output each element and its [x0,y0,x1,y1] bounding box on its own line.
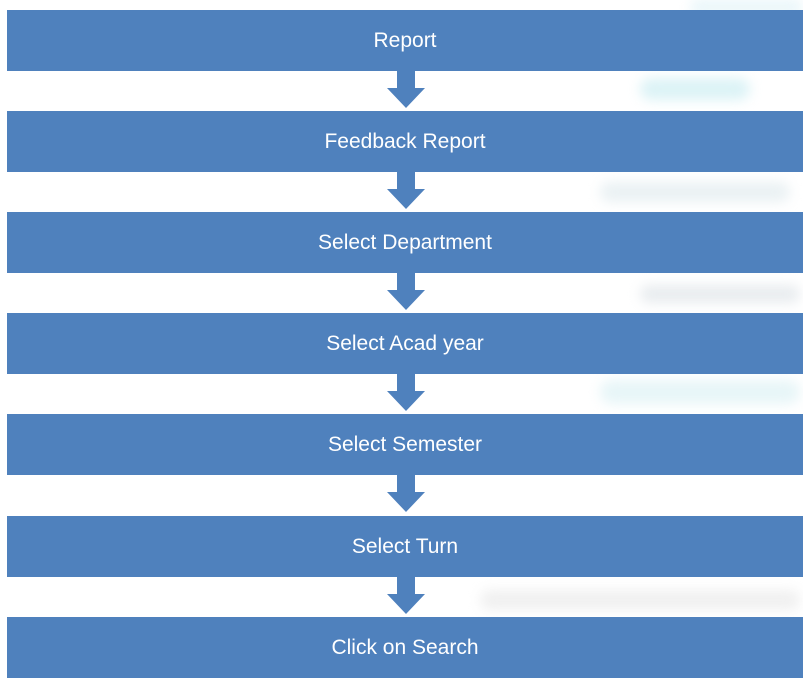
step-label: Select Semester [327,432,483,456]
step-select-semester: Select Semester [7,414,803,475]
step-label: Select Acad year [326,331,484,355]
step-label: Click on Search [331,635,479,659]
step-label: Report [373,28,437,52]
step-label: Select Department [318,230,492,254]
background-streak [600,380,800,404]
down-arrow-icon [386,577,426,615]
flowchart-canvas: Report Feedback Report Select Department… [0,0,803,685]
step-select-acad-year: Select Acad year [7,313,803,374]
down-arrow-icon [386,273,426,311]
down-arrow-icon [386,172,426,210]
background-streak [640,78,750,100]
background-streak [600,182,790,202]
step-feedback-report: Feedback Report [7,111,803,172]
step-report: Report [7,10,803,71]
down-arrow-icon [386,71,426,109]
down-arrow-icon [386,475,426,513]
down-arrow-icon [386,374,426,412]
background-streak [640,285,800,303]
background-streak [480,590,800,610]
step-select-turn: Select Turn [7,516,803,577]
step-click-on-search: Click on Search [7,617,803,678]
step-select-department: Select Department [7,212,803,273]
step-label: Feedback Report [324,129,486,153]
step-label: Select Turn [351,534,459,558]
